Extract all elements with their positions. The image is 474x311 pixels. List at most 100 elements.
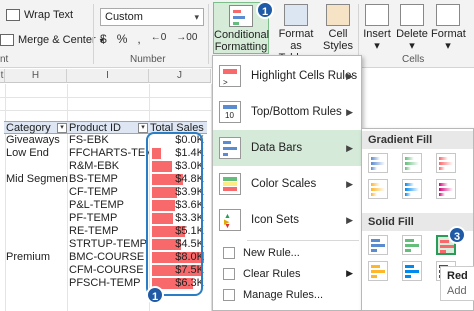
gradient-fill-swatch[interactable] xyxy=(436,179,456,199)
decrease-decimal-icon[interactable]: →00 xyxy=(176,32,197,46)
swatch-bar xyxy=(371,244,385,247)
swatch-bar xyxy=(371,249,377,252)
category-cell[interactable] xyxy=(6,199,68,212)
table-icon xyxy=(284,4,308,26)
menu-item-data-bars[interactable]: Data Bars ▶ xyxy=(213,130,361,166)
product-cell[interactable]: RE-TEMP xyxy=(69,225,149,238)
swatch-bar xyxy=(371,193,377,196)
swatch-bar xyxy=(439,183,448,186)
filter-dropdown-icon[interactable]: ▾ xyxy=(138,123,148,133)
gradient-fill-header: Gradient Fill xyxy=(362,131,473,149)
gridline xyxy=(0,110,214,111)
delete-button[interactable]: Delete ▾ xyxy=(396,2,428,54)
step-badge: 1 xyxy=(256,1,274,19)
number-format-select[interactable]: Custom ▾ xyxy=(100,8,204,26)
tooltip: Red Add xyxy=(440,266,474,301)
category-cell[interactable] xyxy=(6,160,68,173)
cell-styles-button[interactable]: Cell Styles ▾ xyxy=(320,2,356,64)
solid-fill-swatch[interactable] xyxy=(368,261,388,281)
swatch-bar xyxy=(405,167,411,170)
merge-center-button[interactable]: Merge & Center ▾ xyxy=(0,34,104,46)
gradient-fill-swatch[interactable] xyxy=(368,153,388,173)
swatch-bar xyxy=(440,250,446,253)
manage-rules-icon xyxy=(223,288,235,301)
chevron-right-icon: ▶ xyxy=(346,70,353,81)
swatch-bar xyxy=(405,275,411,278)
product-cell[interactable]: R&M-EBK xyxy=(69,160,149,173)
wrap-text-icon xyxy=(6,9,20,21)
chevron-down-icon: ▾ xyxy=(194,12,199,22)
swatch-bar xyxy=(405,188,419,191)
solid-fill-swatch[interactable] xyxy=(402,235,422,255)
swatch-bar xyxy=(371,183,380,186)
product-cell[interactable]: STRTUP-TEMP xyxy=(69,238,149,251)
category-cell[interactable]: Giveaways xyxy=(6,134,68,147)
swatch-bar xyxy=(405,270,419,273)
gradient-fill-swatch[interactable] xyxy=(436,153,456,173)
filter-dropdown-icon[interactable]: ▾ xyxy=(57,123,67,133)
solid-fill-swatch[interactable] xyxy=(368,235,388,255)
swatch-bar xyxy=(439,188,453,191)
category-cell[interactable] xyxy=(6,277,68,290)
product-cell[interactable]: BS-TEMP xyxy=(69,173,149,186)
selection-highlight xyxy=(146,132,203,296)
swatch-bar xyxy=(405,239,414,242)
gradient-fill-swatch[interactable] xyxy=(402,153,422,173)
gradient-fill-swatch[interactable] xyxy=(402,179,422,199)
category-cell[interactable] xyxy=(6,238,68,251)
conditional-formatting-menu: > Highlight Cells Rules ▶ 10 Top/Bottom … xyxy=(212,55,362,311)
category-cell[interactable]: Mid Segment xyxy=(6,173,68,186)
menu-item-manage-rules[interactable]: Manage Rules... xyxy=(213,284,361,305)
chevron-right-icon: ▶ xyxy=(346,178,353,189)
category-cell[interactable] xyxy=(6,212,68,225)
menu-item-top-bottom-rules[interactable]: 10 Top/Bottom Rules ▶ xyxy=(213,94,361,130)
insert-cells-icon xyxy=(365,4,389,26)
percent-icon[interactable]: % xyxy=(117,32,128,46)
product-cell[interactable]: PFSCH-TEMP xyxy=(69,277,149,290)
menu-item-highlight-cells-rules[interactable]: > Highlight Cells Rules ▶ xyxy=(213,58,361,94)
comma-icon[interactable]: , xyxy=(137,32,140,46)
category-cell[interactable] xyxy=(6,264,68,277)
icon-sets-icon: ▲ ▶ ▼ xyxy=(219,209,241,231)
swatch-bar xyxy=(371,239,380,242)
swatch-bar xyxy=(371,270,385,273)
cells-group-label: Cells xyxy=(402,54,425,65)
menu-item-clear-rules[interactable]: Clear Rules ▶ xyxy=(213,263,361,284)
product-cell[interactable]: FFCHARTS-TEMP xyxy=(69,147,149,160)
swatch-bar xyxy=(405,193,411,196)
chevron-right-icon: ▶ xyxy=(346,106,353,117)
column-header-j[interactable]: J xyxy=(149,69,211,83)
increase-decimal-icon[interactable]: ←0 xyxy=(151,32,167,46)
category-cell[interactable] xyxy=(6,225,68,238)
insert-button[interactable]: Insert ▾ xyxy=(361,2,393,54)
category-cell[interactable]: Premium xyxy=(6,251,68,264)
product-cell[interactable]: PF-TEMP xyxy=(69,212,149,225)
swatch-bar xyxy=(439,157,448,160)
product-cell[interactable]: CFM-COURSE xyxy=(69,264,149,277)
product-cell[interactable]: FS-EBK xyxy=(69,134,149,147)
menu-item-color-scales[interactable]: Color Scales ▶ xyxy=(213,166,361,202)
chevron-right-icon: ▶ xyxy=(346,268,353,278)
column-header-i[interactable]: I xyxy=(67,69,149,83)
menu-divider xyxy=(247,240,359,241)
category-cell[interactable] xyxy=(6,186,68,199)
solid-fill-swatch[interactable] xyxy=(402,261,422,281)
clear-rules-icon xyxy=(223,267,235,280)
format-button[interactable]: Format ▾ xyxy=(431,2,466,54)
gradient-fill-swatch[interactable] xyxy=(368,179,388,199)
menu-item-new-rule[interactable]: New Rule... xyxy=(213,242,361,263)
category-cell[interactable]: Low End xyxy=(6,147,68,160)
product-cell[interactable]: BMC-COURSE xyxy=(69,251,149,264)
wrap-text-button[interactable]: Wrap Text xyxy=(6,9,73,21)
swatch-bar xyxy=(371,162,385,165)
merge-center-icon xyxy=(0,34,14,46)
currency-icon[interactable]: $ xyxy=(100,32,107,46)
format-as-table-button[interactable]: Format as Table ▾ xyxy=(274,2,318,64)
product-cell[interactable]: P&L-TEMP xyxy=(69,199,149,212)
delete-cells-icon xyxy=(400,4,424,26)
column-header-h[interactable]: H xyxy=(5,69,67,83)
format-cells-icon xyxy=(436,4,460,26)
data-bars-icon xyxy=(219,137,241,159)
menu-item-icon-sets[interactable]: ▲ ▶ ▼ Icon Sets ▶ xyxy=(213,202,361,238)
product-cell[interactable]: CF-TEMP xyxy=(69,186,149,199)
